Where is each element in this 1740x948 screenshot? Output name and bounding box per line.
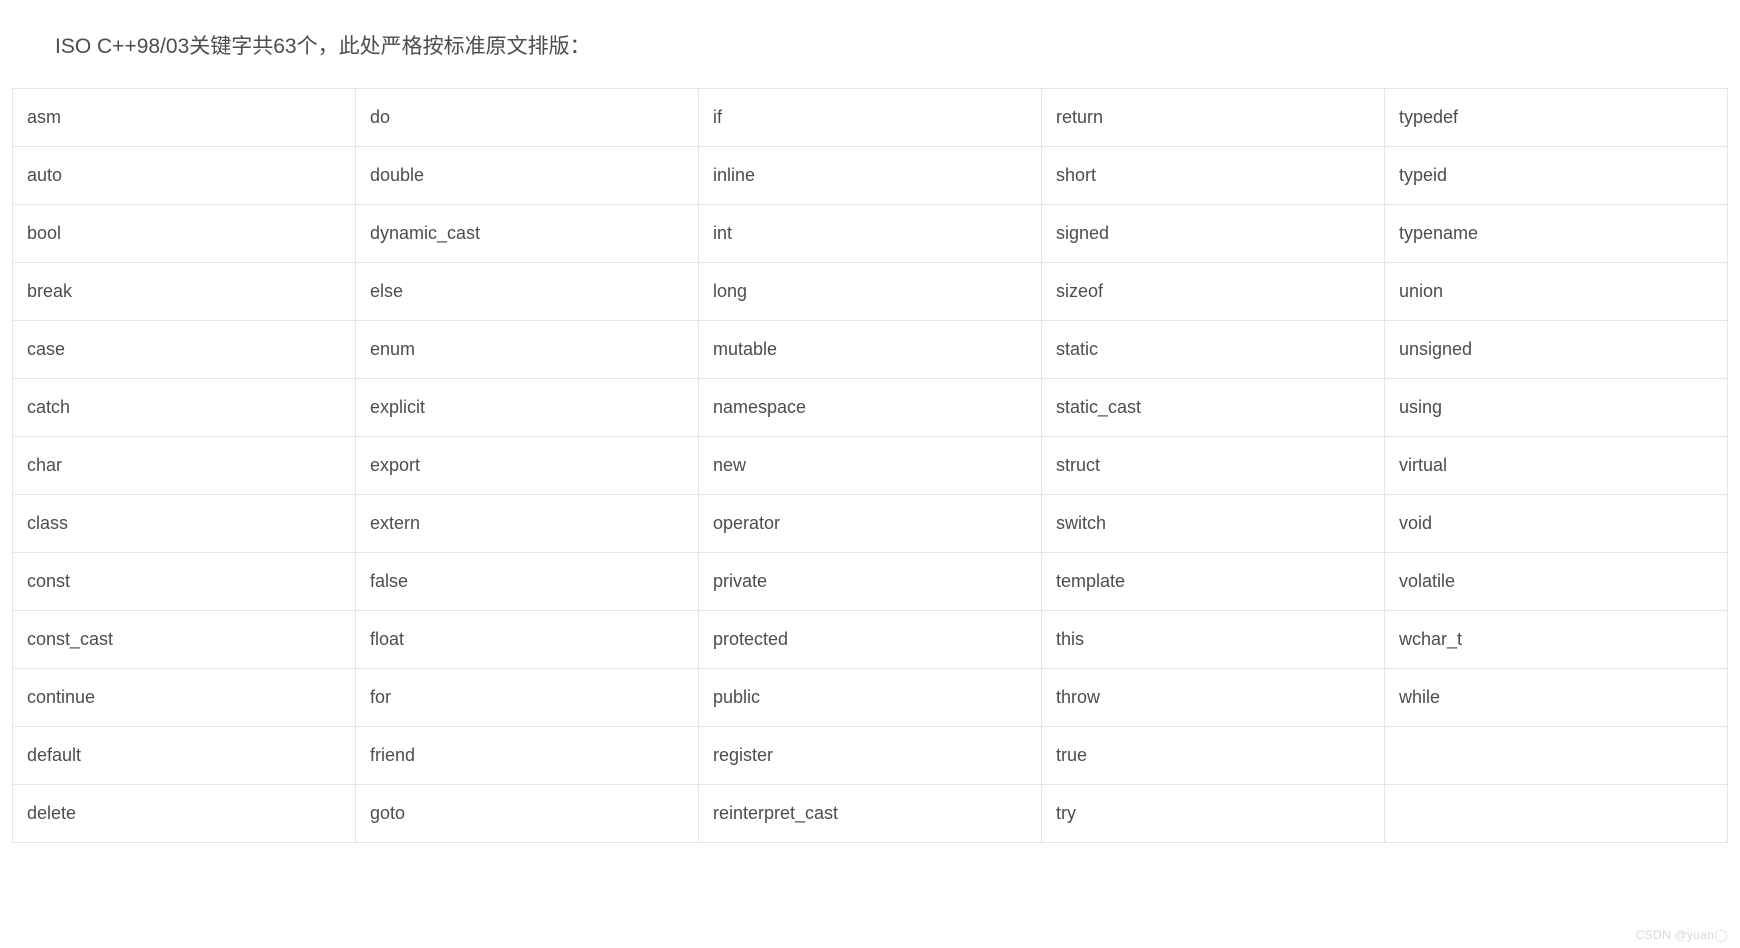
table-row: booldynamic_castintsignedtypename (13, 205, 1728, 263)
table-row: autodoubleinlineshorttypeid (13, 147, 1728, 205)
table-row: classexternoperatorswitchvoid (13, 495, 1728, 553)
table-cell: struct (1042, 437, 1385, 495)
table-cell: inline (699, 147, 1042, 205)
table-cell: goto (356, 785, 699, 843)
table-row: breakelselongsizeofunion (13, 263, 1728, 321)
table-row: continueforpublicthrowwhile (13, 669, 1728, 727)
table-cell: new (699, 437, 1042, 495)
table-cell: throw (1042, 669, 1385, 727)
table-row: caseenummutablestaticunsigned (13, 321, 1728, 379)
table-cell: default (13, 727, 356, 785)
table-cell: return (1042, 89, 1385, 147)
table-row: defaultfriendregistertrue (13, 727, 1728, 785)
table-cell: sizeof (1042, 263, 1385, 321)
table-cell: typeid (1385, 147, 1728, 205)
table-cell: public (699, 669, 1042, 727)
table-row: charexportnewstructvirtual (13, 437, 1728, 495)
table-cell: bool (13, 205, 356, 263)
table-cell: else (356, 263, 699, 321)
table-cell: template (1042, 553, 1385, 611)
table-cell: mutable (699, 321, 1042, 379)
table-cell: operator (699, 495, 1042, 553)
table-row: asmdoifreturntypedef (13, 89, 1728, 147)
table-cell: dynamic_cast (356, 205, 699, 263)
table-cell: export (356, 437, 699, 495)
table-cell: unsigned (1385, 321, 1728, 379)
table-cell: false (356, 553, 699, 611)
table-cell: virtual (1385, 437, 1728, 495)
table-row: catchexplicitnamespacestatic_castusing (13, 379, 1728, 437)
table-cell: signed (1042, 205, 1385, 263)
table-cell (1385, 785, 1728, 843)
table-cell: reinterpret_cast (699, 785, 1042, 843)
table-cell: true (1042, 727, 1385, 785)
table-row: deletegotoreinterpret_casttry (13, 785, 1728, 843)
table-cell (1385, 727, 1728, 785)
table-cell: try (1042, 785, 1385, 843)
table-cell: short (1042, 147, 1385, 205)
table-cell: catch (13, 379, 356, 437)
table-cell: this (1042, 611, 1385, 669)
table-cell: auto (13, 147, 356, 205)
table-cell: typedef (1385, 89, 1728, 147)
table-cell: const (13, 553, 356, 611)
table-cell: while (1385, 669, 1728, 727)
table-cell: switch (1042, 495, 1385, 553)
table-row: const_castfloatprotectedthiswchar_t (13, 611, 1728, 669)
table-cell: protected (699, 611, 1042, 669)
table-cell: friend (356, 727, 699, 785)
table-cell: union (1385, 263, 1728, 321)
table-cell: do (356, 89, 699, 147)
page-heading: ISO C++98/03关键字共63个，此处严格按标准原文排版： (55, 30, 1728, 60)
keyword-table-body: asmdoifreturntypedefautodoubleinlineshor… (13, 89, 1728, 843)
table-cell: typename (1385, 205, 1728, 263)
table-cell: class (13, 495, 356, 553)
table-cell: extern (356, 495, 699, 553)
table-cell: namespace (699, 379, 1042, 437)
table-cell: for (356, 669, 699, 727)
table-cell: static_cast (1042, 379, 1385, 437)
table-cell: continue (13, 669, 356, 727)
table-cell: int (699, 205, 1042, 263)
table-cell: long (699, 263, 1042, 321)
table-cell: register (699, 727, 1042, 785)
table-cell: double (356, 147, 699, 205)
table-cell: const_cast (13, 611, 356, 669)
keyword-table: asmdoifreturntypedefautodoubleinlineshor… (12, 88, 1728, 843)
table-row: constfalseprivatetemplatevolatile (13, 553, 1728, 611)
table-cell: break (13, 263, 356, 321)
table-cell: volatile (1385, 553, 1728, 611)
table-cell: explicit (356, 379, 699, 437)
table-cell: if (699, 89, 1042, 147)
table-cell: void (1385, 495, 1728, 553)
table-cell: private (699, 553, 1042, 611)
table-cell: float (356, 611, 699, 669)
table-cell: char (13, 437, 356, 495)
table-cell: case (13, 321, 356, 379)
table-cell: static (1042, 321, 1385, 379)
table-cell: enum (356, 321, 699, 379)
table-cell: asm (13, 89, 356, 147)
table-cell: delete (13, 785, 356, 843)
table-cell: using (1385, 379, 1728, 437)
table-cell: wchar_t (1385, 611, 1728, 669)
watermark: CSDN @yuan◯ (1636, 928, 1728, 942)
